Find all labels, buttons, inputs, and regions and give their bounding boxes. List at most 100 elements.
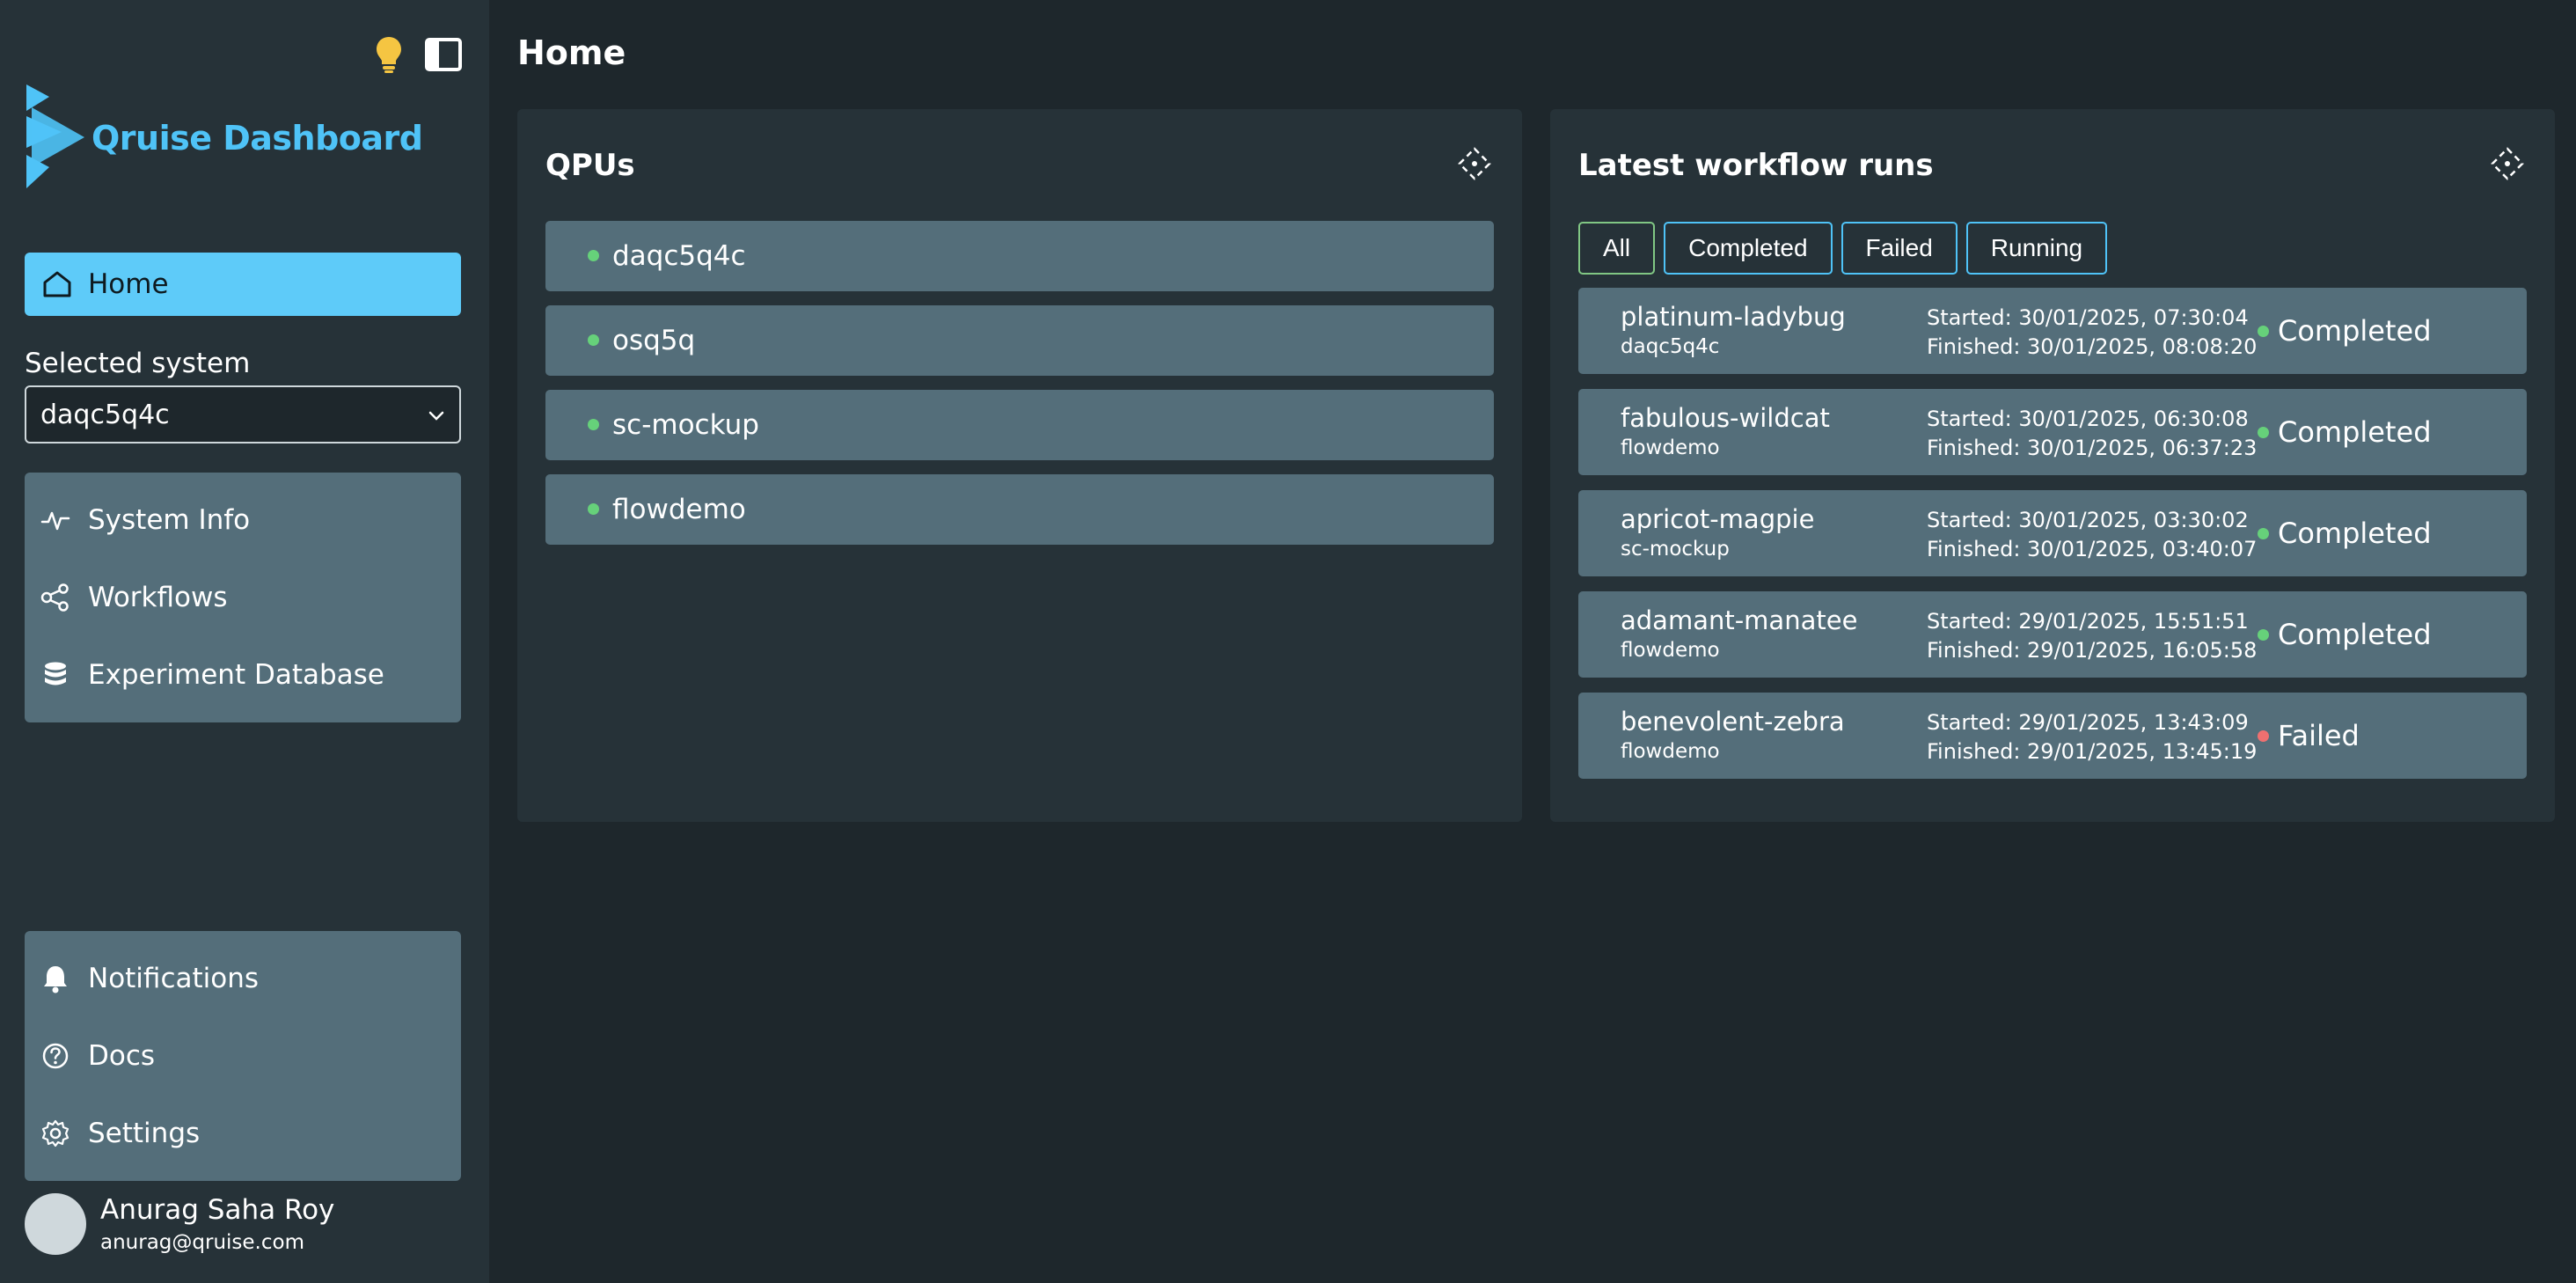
run-started: Started: 30/01/2025, 07:30:04 <box>1927 305 2249 330</box>
run-name: adamant-manatee <box>1621 605 1858 635</box>
qruise-logo-icon <box>26 84 84 188</box>
database-icon <box>45 662 66 685</box>
run-finished: Finished: 30/01/2025, 06:37:23 <box>1927 436 2258 460</box>
qpu-item[interactable]: flowdemo <box>545 474 1494 545</box>
nav-notifications[interactable]: Notifications <box>25 940 461 1017</box>
qpus-panel: QPUs daqc5q4c osq5q sc-mockup flowdemo <box>517 109 1522 822</box>
nav-settings-label: Settings <box>88 1118 201 1149</box>
filter-all-button[interactable]: All <box>1578 222 1656 275</box>
nav-workflows[interactable]: Workflows <box>25 559 461 636</box>
status-dot <box>2258 527 2269 539</box>
qpu-name: daqc5q4c <box>612 240 746 272</box>
qpu-name: osq5q <box>612 325 696 356</box>
run-started: Started: 29/01/2025, 15:51:51 <box>1927 609 2249 634</box>
run-system: sc-mockup <box>1621 538 1730 561</box>
run-times: Started: 30/01/2025, 07:30:04 Finished: … <box>1927 304 2257 362</box>
qpu-item[interactable]: osq5q <box>545 305 1494 376</box>
run-status: Failed <box>2258 719 2360 752</box>
nav-home-button[interactable]: Home <box>25 253 461 316</box>
nav-home-label: Home <box>88 268 169 300</box>
run-status: Completed <box>2258 517 2432 550</box>
run-system: flowdemo <box>1621 639 1720 662</box>
qpus-panel-title: QPUs <box>545 148 635 183</box>
nav-experiment-database-label: Experiment Database <box>88 659 384 691</box>
run-times: Started: 30/01/2025, 03:30:02 Finished: … <box>1927 506 2257 564</box>
qpu-item[interactable]: daqc5q4c <box>545 221 1494 291</box>
user-email: anurag@qruise.com <box>100 1231 304 1254</box>
qpu-name: flowdemo <box>612 494 746 525</box>
run-started: Started: 30/01/2025, 03:30:02 <box>1927 508 2249 532</box>
run-times: Started: 29/01/2025, 13:43:09 Finished: … <box>1927 708 2257 766</box>
chevron-down-icon <box>428 411 444 421</box>
qpu-item[interactable]: sc-mockup <box>545 390 1494 460</box>
filter-completed-button[interactable]: Completed <box>1664 222 1833 275</box>
status-dot <box>588 250 599 261</box>
run-name: platinum-ladybug <box>1621 302 1846 332</box>
system-select-value: daqc5q4c <box>40 399 170 430</box>
status-dot <box>2258 426 2269 438</box>
workflow-run-row[interactable]: apricot-magpie sc-mockup Started: 30/01/… <box>1578 490 2527 576</box>
sidebar-toggle-icon[interactable] <box>424 35 463 74</box>
user-profile[interactable]: Anurag Saha Roy anurag@qruise.com <box>25 1193 334 1255</box>
workflow-runs-panel: Latest workflow runs All Completed Faile… <box>1550 109 2555 822</box>
run-times: Started: 29/01/2025, 15:51:51 Finished: … <box>1927 607 2257 665</box>
move-icon[interactable] <box>1457 146 1492 181</box>
page-title: Home <box>517 33 626 72</box>
lightbulb-icon[interactable] <box>370 35 408 74</box>
user-name: Anurag Saha Roy <box>100 1194 335 1226</box>
gear-icon <box>41 1119 70 1147</box>
run-status: Completed <box>2258 415 2432 449</box>
workflow-run-row[interactable]: benevolent-zebra flowdemo Started: 29/01… <box>1578 693 2527 779</box>
run-status: Completed <box>2258 618 2432 651</box>
bell-icon <box>44 966 67 993</box>
sidebar-top-icons <box>370 35 463 74</box>
run-name: apricot-magpie <box>1621 504 1815 534</box>
status-dot <box>2258 325 2269 337</box>
run-finished: Finished: 29/01/2025, 16:05:58 <box>1927 638 2258 663</box>
filter-running-button[interactable]: Running <box>1965 222 2108 275</box>
selected-system-label: Selected system <box>25 348 251 379</box>
nav-docs[interactable]: Docs <box>25 1017 461 1095</box>
run-times: Started: 30/01/2025, 06:30:08 Finished: … <box>1927 405 2257 463</box>
status-dot <box>588 419 599 430</box>
run-status-label: Completed <box>2278 415 2432 449</box>
run-system: flowdemo <box>1621 436 1720 459</box>
nav-notifications-label: Notifications <box>88 963 260 994</box>
workflow-icon <box>40 583 69 612</box>
move-icon[interactable] <box>2490 146 2525 181</box>
run-finished: Finished: 30/01/2025, 03:40:07 <box>1927 537 2258 561</box>
run-status-label: Completed <box>2278 618 2432 651</box>
workflow-run-row[interactable]: adamant-manatee flowdemo Started: 29/01/… <box>1578 591 2527 678</box>
secondary-nav: Notifications Docs Settings <box>25 931 461 1181</box>
nav-system-info-label: System Info <box>88 504 251 536</box>
home-icon <box>43 271 71 297</box>
sidebar: Qruise Dashboard Home Selected system da… <box>0 0 489 1283</box>
workflow-run-row[interactable]: platinum-ladybug daqc5q4c Started: 30/01… <box>1578 288 2527 374</box>
main-nav: System Info Workflows Experiment Databas… <box>25 473 461 722</box>
system-select[interactable]: daqc5q4c <box>25 385 461 444</box>
run-filters: All Completed Failed Running <box>1578 222 2108 275</box>
nav-settings[interactable]: Settings <box>25 1095 461 1172</box>
status-dot <box>2258 729 2269 742</box>
run-status-label: Completed <box>2278 314 2432 348</box>
run-started: Started: 29/01/2025, 13:43:09 <box>1927 710 2249 735</box>
run-status-label: Failed <box>2278 719 2360 752</box>
workflow-run-row[interactable]: fabulous-wildcat flowdemo Started: 30/01… <box>1578 389 2527 475</box>
filter-failed-button[interactable]: Failed <box>1841 222 1958 275</box>
run-system: flowdemo <box>1621 740 1720 763</box>
run-status-label: Completed <box>2278 517 2432 550</box>
status-dot <box>588 503 599 515</box>
activity-icon <box>40 511 70 531</box>
brand-logo[interactable]: Qruise Dashboard <box>23 81 423 195</box>
run-name: fabulous-wildcat <box>1621 403 1830 433</box>
nav-workflows-label: Workflows <box>88 582 228 613</box>
run-name: benevolent-zebra <box>1621 707 1845 737</box>
run-status: Completed <box>2258 314 2432 348</box>
run-started: Started: 30/01/2025, 06:30:08 <box>1927 407 2249 431</box>
workflow-runs-panel-title: Latest workflow runs <box>1578 148 1934 183</box>
status-dot <box>2258 628 2269 641</box>
qpu-name: sc-mockup <box>612 409 759 441</box>
status-dot <box>588 334 599 346</box>
nav-experiment-database[interactable]: Experiment Database <box>25 636 461 714</box>
nav-system-info[interactable]: System Info <box>25 481 461 559</box>
